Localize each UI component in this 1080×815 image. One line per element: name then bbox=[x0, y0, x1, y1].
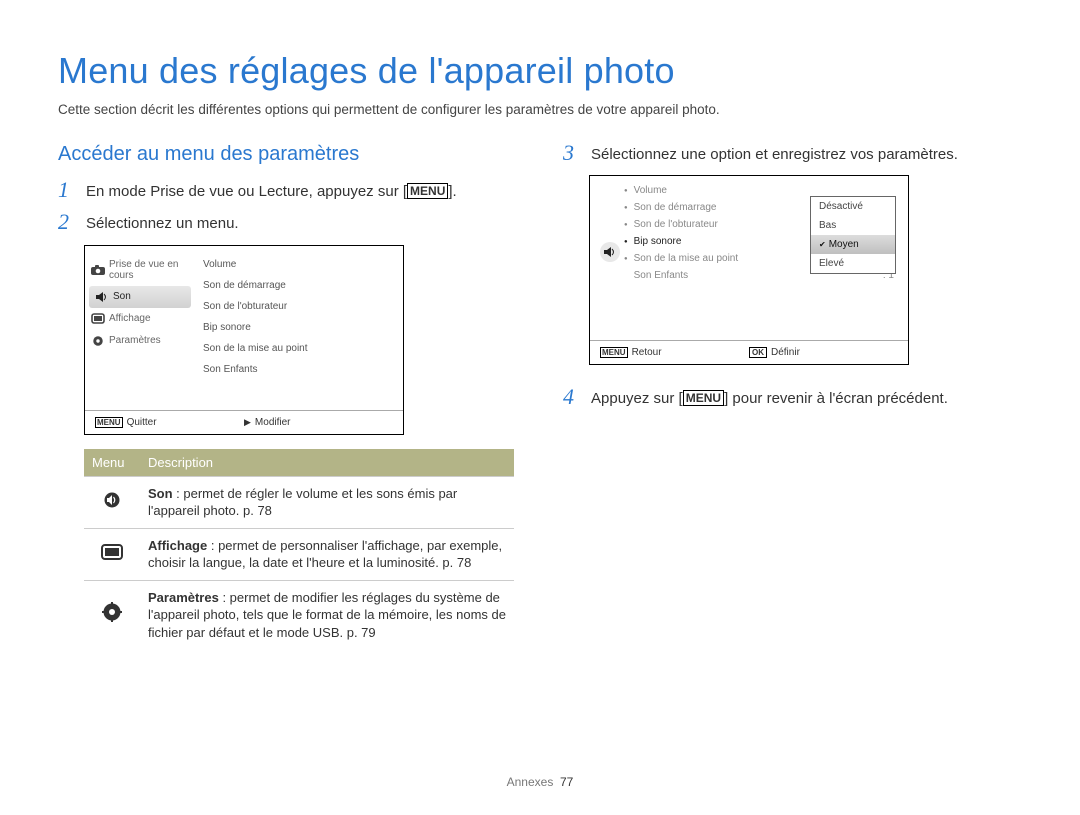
table-row: Son : permet de régler le volume et les … bbox=[84, 476, 514, 528]
menu-description-table: Menu Description Son : permet de régler … bbox=[84, 449, 514, 650]
popup-option: Désactivé bbox=[811, 197, 895, 216]
popup-option-selected: Moyen bbox=[811, 235, 895, 254]
step4-pre: Appuyez sur [ bbox=[591, 390, 683, 407]
play-icon: ▶ bbox=[244, 417, 251, 428]
list-item: Bip sonore bbox=[203, 317, 397, 338]
table-header-menu: Menu bbox=[84, 449, 140, 477]
list-item: Son de la mise au point bbox=[203, 338, 397, 359]
list-item: Son de l'obturateur bbox=[634, 219, 718, 230]
footer-page-number: 77 bbox=[560, 775, 573, 789]
section-heading: Accéder au menu des paramètres bbox=[58, 143, 517, 166]
camera-menu-screenshot-2: ●Volume ●Son de démarrage ●Son de l'obtu… bbox=[589, 175, 909, 365]
menu-badge-icon: MENU bbox=[95, 417, 123, 428]
list-item: Son de démarrage bbox=[203, 275, 397, 296]
gear-icon bbox=[101, 603, 123, 621]
row-title: Paramètres bbox=[148, 590, 219, 605]
sound-icon bbox=[101, 491, 123, 509]
list-item: Son Enfants bbox=[203, 359, 397, 380]
page-footer: Annexes 77 bbox=[0, 775, 1080, 789]
step-number: 4 bbox=[563, 387, 581, 407]
list-item: Bip sonore bbox=[634, 236, 682, 247]
display-icon bbox=[101, 543, 123, 561]
sidebar-item-sound: Son bbox=[89, 286, 191, 308]
sidebar-label: Paramètres bbox=[109, 335, 161, 346]
page-title: Menu des réglages de l'appareil photo bbox=[58, 50, 1022, 92]
row-body: : permet de régler le volume et les sons… bbox=[148, 486, 457, 519]
step-2: 2 Sélectionnez un menu. bbox=[58, 212, 517, 234]
popup-option: Bas bbox=[811, 216, 895, 235]
display-icon bbox=[91, 313, 105, 325]
gear-icon bbox=[91, 335, 105, 347]
sidebar-label: Affichage bbox=[109, 313, 151, 324]
sidebar-item-settings: Paramètres bbox=[85, 330, 195, 352]
ok-badge-icon: OK bbox=[749, 347, 767, 358]
footer-return-label: Retour bbox=[632, 347, 662, 358]
sidebar-label: Prise de vue en cours bbox=[109, 259, 189, 281]
list-item: Volume bbox=[203, 254, 397, 275]
step4-post: ] pour revenir à l'écran précédent. bbox=[724, 390, 948, 407]
intro-text: Cette section décrit les différentes opt… bbox=[58, 102, 1022, 117]
list-item: Son de démarrage bbox=[634, 202, 717, 213]
footer-define-label: Définir bbox=[771, 347, 800, 358]
row-title: Affichage bbox=[148, 538, 207, 553]
sidebar-item-display: Affichage bbox=[85, 308, 195, 330]
value-popup: Désactivé Bas Moyen Elevé bbox=[810, 196, 896, 274]
list-item: Volume bbox=[634, 185, 667, 196]
footer-modify-label: Modifier bbox=[255, 417, 291, 428]
sidebar-label: Son bbox=[113, 291, 131, 302]
table-row: Affichage : permet de personnaliser l'af… bbox=[84, 528, 514, 580]
step-number: 1 bbox=[58, 180, 76, 200]
list-item: Son de l'obturateur bbox=[203, 296, 397, 317]
list-item: Son Enfants bbox=[634, 270, 688, 281]
sidebar-item-shooting: Prise de vue en cours bbox=[85, 254, 195, 286]
popup-option: Elevé bbox=[811, 254, 895, 273]
step2-text: Sélectionnez un menu. bbox=[86, 212, 517, 234]
table-header-description: Description bbox=[140, 449, 514, 477]
menu-key-label: MENU bbox=[407, 183, 448, 199]
menu-key-label: MENU bbox=[683, 390, 724, 406]
step3-text: Sélectionnez une option et enregistrez v… bbox=[591, 143, 1022, 165]
step1-post: ]. bbox=[448, 183, 456, 200]
step-number: 3 bbox=[563, 143, 581, 163]
footer-quit-label: Quitter bbox=[127, 417, 157, 428]
footer-section-label: Annexes bbox=[507, 775, 554, 789]
step-1: 1 En mode Prise de vue ou Lecture, appuy… bbox=[58, 180, 517, 202]
step1-pre: En mode Prise de vue ou Lecture, appuyez… bbox=[86, 183, 407, 200]
menu-badge-icon: MENU bbox=[600, 347, 628, 358]
step-4: 4 Appuyez sur [MENU] pour revenir à l'éc… bbox=[563, 387, 1022, 409]
step-number: 2 bbox=[58, 212, 76, 232]
camera-menu-screenshot-1: Prise de vue en cours Son bbox=[84, 245, 404, 435]
sound-icon bbox=[95, 291, 109, 303]
step-3: 3 Sélectionnez une option et enregistrez… bbox=[563, 143, 1022, 165]
camera-icon bbox=[91, 264, 105, 276]
row-title: Son bbox=[148, 486, 173, 501]
list-item: Son de la mise au point bbox=[634, 253, 739, 264]
table-row: Paramètres : permet de modifier les régl… bbox=[84, 580, 514, 649]
